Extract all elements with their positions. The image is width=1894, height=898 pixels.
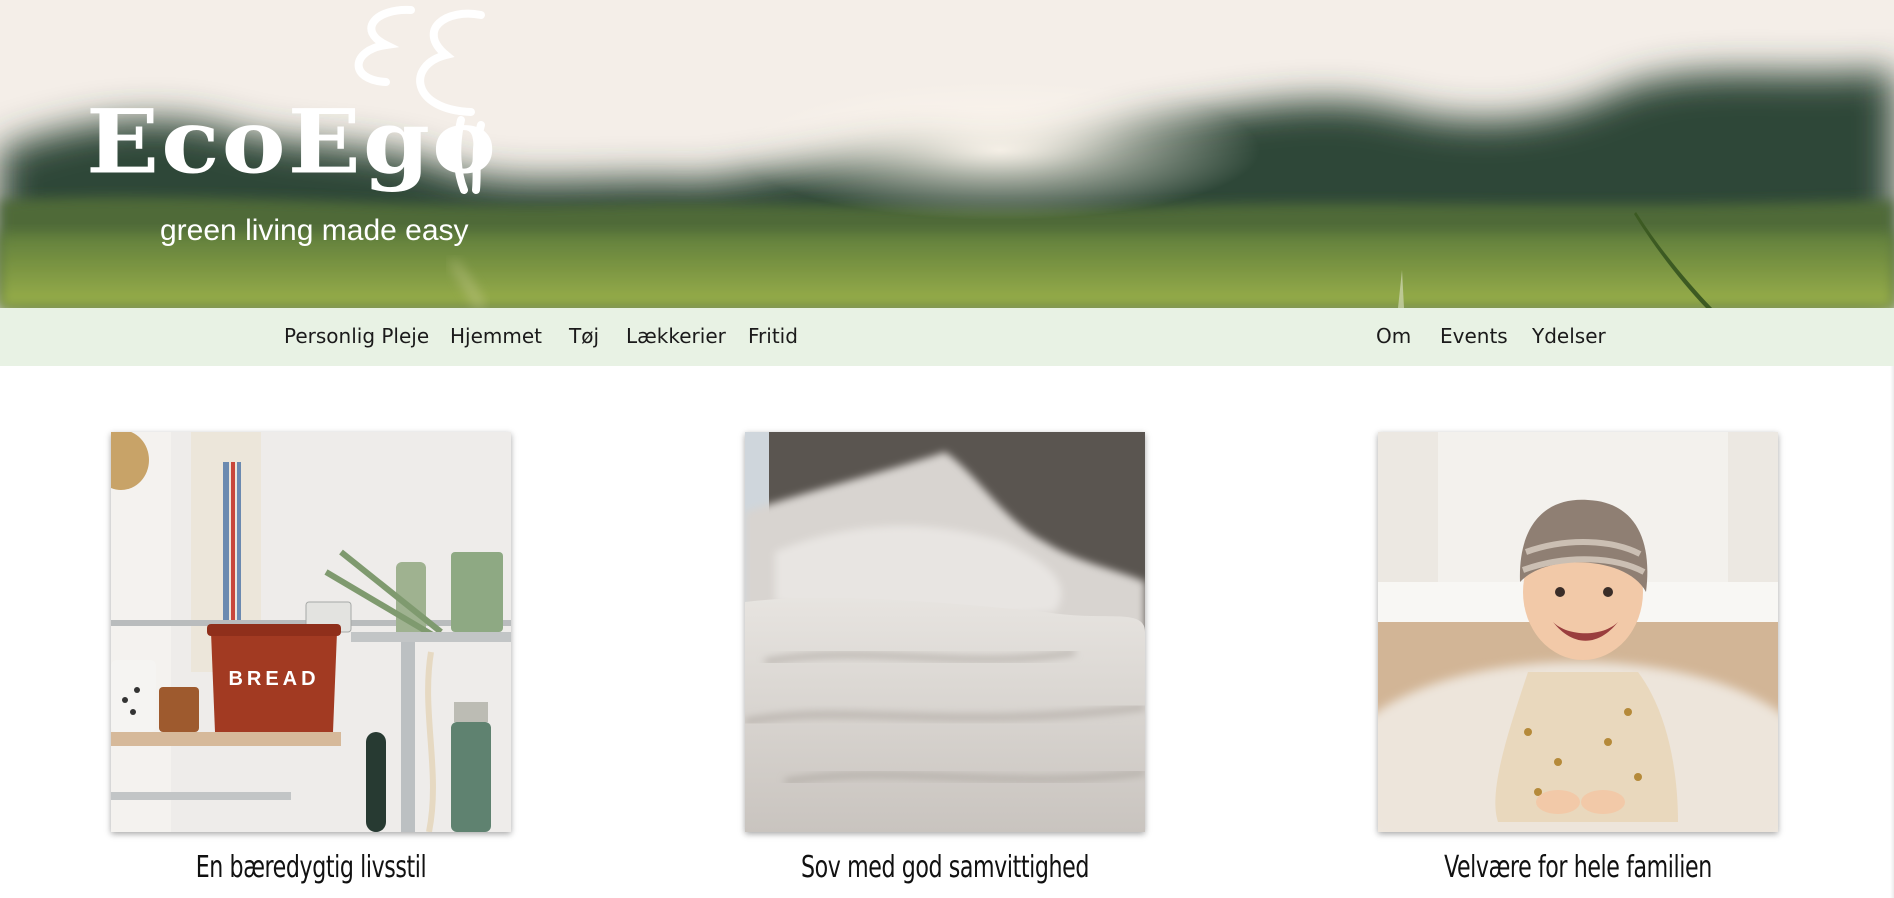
card-title-family[interactable]: Velvære for hele familien bbox=[1414, 850, 1742, 885]
category-card-family[interactable]: Velvære for hele familien bbox=[1378, 432, 1778, 885]
baby-image[interactable] bbox=[1378, 432, 1778, 832]
logo-wordmark[interactable]: EcoEgo bbox=[86, 98, 498, 186]
hero-banner: EcoEgo green living made easy bbox=[0, 0, 1894, 308]
category-card-sleep[interactable]: Sov med god samvittighed bbox=[745, 432, 1145, 885]
nav-item-events[interactable]: Events bbox=[1440, 324, 1508, 348]
nav-item-fritid[interactable]: Fritid bbox=[748, 324, 798, 348]
page: EcoEgo green living made easy Personlig … bbox=[0, 0, 1894, 898]
page-edge-shadow bbox=[1890, 366, 1894, 898]
nav-item-laekkerier[interactable]: Lækkerier bbox=[626, 324, 726, 348]
bedding-image[interactable] bbox=[745, 432, 1145, 832]
card-title-sleep[interactable]: Sov med god samvittighed bbox=[781, 850, 1109, 885]
nav-item-toj[interactable]: Tøj bbox=[569, 324, 599, 348]
kitchen-shelf-image[interactable]: BREAD bbox=[111, 432, 511, 832]
nav-item-ydelser[interactable]: Ydelser bbox=[1532, 324, 1606, 348]
main-navigation: Personlig Pleje Hjemmet Tøj Lækkerier Fr… bbox=[0, 308, 1894, 366]
card-title-lifestyle[interactable]: En bæredygtig livsstil bbox=[147, 850, 475, 885]
brand-tagline: green living made easy bbox=[160, 214, 469, 247]
nav-item-personlig-pleje[interactable]: Personlig Pleje bbox=[284, 324, 429, 348]
category-card-lifestyle[interactable]: BREAD En bæredygtig livsstil bbox=[111, 432, 511, 885]
nav-item-om[interactable]: Om bbox=[1376, 324, 1411, 348]
svg-text:BREAD: BREAD bbox=[228, 668, 319, 690]
nav-item-hjemmet[interactable]: Hjemmet bbox=[450, 324, 542, 348]
